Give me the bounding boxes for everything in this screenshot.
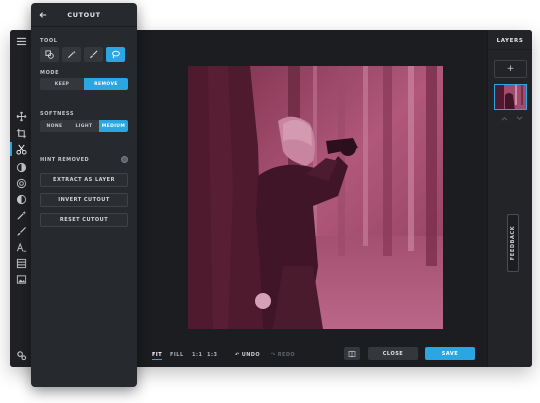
chevron-down-icon[interactable] (516, 116, 523, 121)
filter-icon[interactable] (13, 176, 29, 190)
brush-icon[interactable] (13, 224, 29, 238)
undo-icon: ↶ (235, 352, 240, 358)
redo-label: REDO (277, 352, 296, 358)
lasso-icon (112, 50, 120, 59)
zoom-1-1[interactable]: 1:1 (192, 352, 202, 358)
feedback-tab[interactable]: FEEDBACK (507, 214, 519, 272)
text-icon[interactable] (13, 240, 29, 254)
crop-icon[interactable] (13, 126, 29, 140)
mode-keep[interactable]: KEEP (40, 78, 84, 90)
zoom-fill[interactable]: FILL (170, 352, 184, 358)
extract-as-layer-button[interactable]: EXTRACT AS LAYER (40, 173, 128, 187)
layers-title: LAYERS (488, 30, 532, 50)
chevron-up-icon[interactable] (501, 116, 508, 121)
softness-none[interactable]: NONE (40, 120, 69, 132)
mode-label: MODE (40, 70, 60, 76)
hint-label: HINT REMOVED (40, 156, 90, 163)
cutout-icon[interactable] (10, 142, 29, 156)
wand-icon[interactable] (13, 208, 29, 222)
softness-toggle: NONE LIGHT MEDIUM (40, 120, 128, 132)
adjust-icon[interactable] (13, 160, 29, 174)
image-icon[interactable] (13, 272, 29, 286)
softness-light[interactable]: LIGHT (69, 120, 99, 132)
softness-medium[interactable]: MEDIUM (99, 120, 128, 132)
undo-button[interactable]: ↶ UNDO (235, 352, 260, 358)
brush-tool-button[interactable] (84, 47, 103, 62)
contrast-icon[interactable] (13, 192, 29, 206)
layers-panel: LAYERS + (487, 30, 532, 367)
mode-remove[interactable]: REMOVE (84, 78, 128, 90)
invert-cutout-button[interactable]: INVERT CUTOUT (40, 193, 128, 207)
reset-cutout-button[interactable]: RESET CUTOUT (40, 213, 128, 227)
menu-icon[interactable] (13, 34, 29, 48)
mode-toggle: KEEP REMOVE (40, 78, 128, 90)
redo-button[interactable]: ↷ REDO (271, 352, 295, 358)
hint-toggle[interactable] (121, 156, 128, 163)
compare-button[interactable] (344, 347, 360, 360)
compare-icon (348, 350, 356, 357)
tool-selector (40, 47, 125, 62)
photo-canvas[interactable] (188, 66, 443, 329)
layer-thumbnail[interactable] (494, 84, 527, 110)
add-layer-button[interactable]: + (494, 60, 527, 78)
lasso-tool-button[interactable] (106, 47, 125, 62)
cutout-panel-header: CUTOUT (31, 3, 137, 27)
shape-tool-button[interactable] (40, 47, 59, 62)
zoom-1-3[interactable]: 1:3 (207, 352, 217, 358)
back-arrow-icon[interactable] (37, 9, 49, 21)
tool-label: TOOL (40, 38, 58, 44)
redo-icon: ↷ (271, 352, 276, 358)
cutout-panel: CUTOUT TOOL MODE KEEP REMOVE SOFTNESS NO… (31, 3, 137, 387)
magic-wand-icon (67, 50, 76, 59)
zoom-fit[interactable]: FIT (152, 352, 163, 360)
undo-label: UNDO (241, 352, 260, 358)
feedback-label: FEEDBACK (510, 225, 517, 261)
layer-order-arrows (501, 116, 523, 121)
layers-icon[interactable] (13, 256, 29, 270)
move-icon[interactable] (13, 109, 29, 123)
hint-row: HINT REMOVED (40, 156, 128, 163)
settings-icon[interactable] (13, 348, 29, 362)
softness-label: SOFTNESS (40, 111, 75, 117)
shape-tool-icon (45, 50, 54, 59)
tool-sidebar (10, 30, 32, 367)
magic-wand-button[interactable] (62, 47, 81, 62)
save-button[interactable]: SAVE (425, 347, 475, 360)
close-button[interactable]: CLOSE (368, 347, 418, 360)
brush-icon (90, 50, 98, 59)
